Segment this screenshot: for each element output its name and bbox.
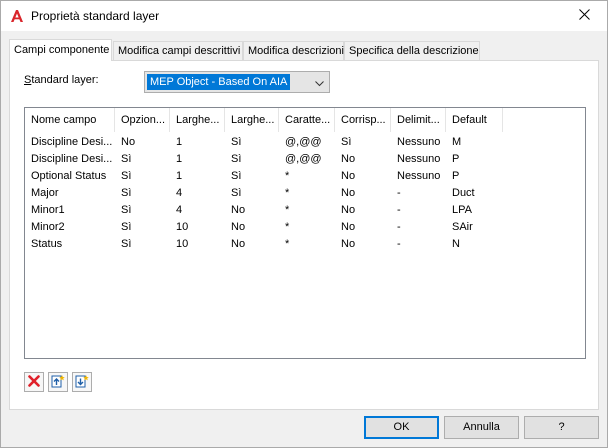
tab-modifica-descrizioni[interactable]: Modifica descrizioni [243,41,344,61]
table-cell: Sì [341,136,352,148]
table-cell: Status [31,238,63,250]
table-cell: Sì [121,204,132,216]
table-header: Nome campo Opzion... Larghe... Larghe...… [25,108,585,132]
table-cell: @,@@ [285,153,322,165]
table-row[interactable]: Major Sì 4 Sì * No - Duct [25,185,585,202]
table-cell: Sì [231,136,242,148]
table-row[interactable]: Discipline Desi... Sì 1 Sì @,@@ No Nessuno P [25,151,585,168]
table-cell: Nessuno [397,170,441,182]
table-row[interactable]: Status Sì 10 No * No - N [25,236,585,253]
table-cell: Duct [452,187,475,199]
column-header[interactable]: Larghe... [225,108,279,132]
table-cell: No [341,238,356,250]
column-header[interactable]: Default [446,108,503,132]
table-cell: Minor2 [31,221,65,233]
table-cell: Sì [121,221,132,233]
table-cell: 1 [176,153,183,165]
table-cell: Sì [231,153,242,165]
table-cell: No [231,204,246,216]
table-cell: 10 [176,238,189,250]
chevron-down-icon [315,78,324,90]
table-cell: @,@@ [285,136,322,148]
standard-layer-label: Standard layer: [24,74,99,86]
table-cell: N [452,238,460,250]
table-cell: * [285,221,290,233]
table-cell: Sì [231,187,242,199]
help-button[interactable]: ? [524,416,599,439]
title-bar: Proprietà standard layer [1,1,607,31]
table-cell: M [452,136,462,148]
table-cell: No [341,153,356,165]
standard-layer-select[interactable]: MEP Object - Based On AIA [144,71,330,93]
table-cell: Optional Status [31,170,107,182]
table-cell: Nessuno [397,153,441,165]
close-button[interactable] [561,1,607,31]
move-down-button[interactable] [72,372,92,392]
table-cell: Sì [121,153,132,165]
dialog-window: Proprietà standard layer Campi component… [0,0,608,448]
table-row[interactable]: Minor1 Sì 4 No * No - LPA [25,202,585,219]
table-cell: 1 [176,136,183,148]
table-row[interactable]: Optional Status Sì 1 Sì * No Nessuno P [25,168,585,185]
table-cell: No [341,221,356,233]
table-cell: Nessuno [397,136,441,148]
table-cell: - [397,221,401,233]
table-cell: 1 [176,170,183,182]
move-up-button[interactable] [48,372,68,392]
fields-table[interactable]: Nome campo Opzion... Larghe... Larghe...… [24,107,586,359]
tab-specifica-descrizione[interactable]: Specifica della descrizione [344,41,480,61]
table-cell: - [397,204,401,216]
table-cell: 10 [176,221,189,233]
move-down-icon [75,374,89,391]
ok-button[interactable]: OK [364,416,439,439]
column-header[interactable]: Nome campo [25,108,115,132]
table-cell: No [341,187,356,199]
column-header[interactable]: Larghe... [170,108,225,132]
table-cell: * [285,238,290,250]
table-cell: Discipline Desi... [31,153,113,165]
table-cell: * [285,204,290,216]
window-title: Proprietà standard layer [31,9,160,23]
table-cell: P [452,153,460,165]
table-cell: P [452,170,460,182]
standard-layer-selected-value: MEP Object - Based On AIA [147,74,291,90]
tab-panel: Standard layer: MEP Object - Based On AI… [9,60,599,410]
table-cell: No [341,170,356,182]
table-cell: Sì [121,170,132,182]
table-cell: Sì [121,187,132,199]
table-cell: No [231,238,246,250]
table-cell: Major [31,187,59,199]
column-header[interactable]: Caratte... [279,108,335,132]
column-header[interactable]: Delimit... [391,108,446,132]
table-cell: * [285,170,290,182]
table-cell: 4 [176,187,183,199]
table-row[interactable]: Minor2 Sì 10 No * No - SAir [25,219,585,236]
table-cell: - [397,238,401,250]
table-cell: No [121,136,136,148]
close-icon [578,9,590,23]
table-cell: Minor1 [31,204,65,216]
table-cell: - [397,187,401,199]
table-cell: * [285,187,290,199]
tab-campi-componente[interactable]: Campi componente [9,39,112,61]
table-cell: SAir [452,221,473,233]
move-up-icon [51,374,65,391]
column-header[interactable]: Opzion... [115,108,170,132]
table-cell: LPA [452,204,472,216]
table-cell: Discipline Desi... [31,136,113,148]
table-cell: No [341,204,356,216]
table-cell: No [231,221,246,233]
table-cell: 4 [176,204,183,216]
delete-button[interactable] [24,372,44,392]
table-row[interactable]: Discipline Desi... No 1 Sì @,@@ Sì Nessuno M [25,134,585,151]
table-cell: Sì [231,170,242,182]
cancel-button[interactable]: Annulla [444,416,519,439]
column-header[interactable]: Corrisp... [335,108,391,132]
delete-icon [28,374,40,390]
autocad-logo-icon [9,8,25,24]
table-cell: Sì [121,238,132,250]
tab-modifica-campi-descrittivi[interactable]: Modifica campi descrittivi [113,41,243,61]
